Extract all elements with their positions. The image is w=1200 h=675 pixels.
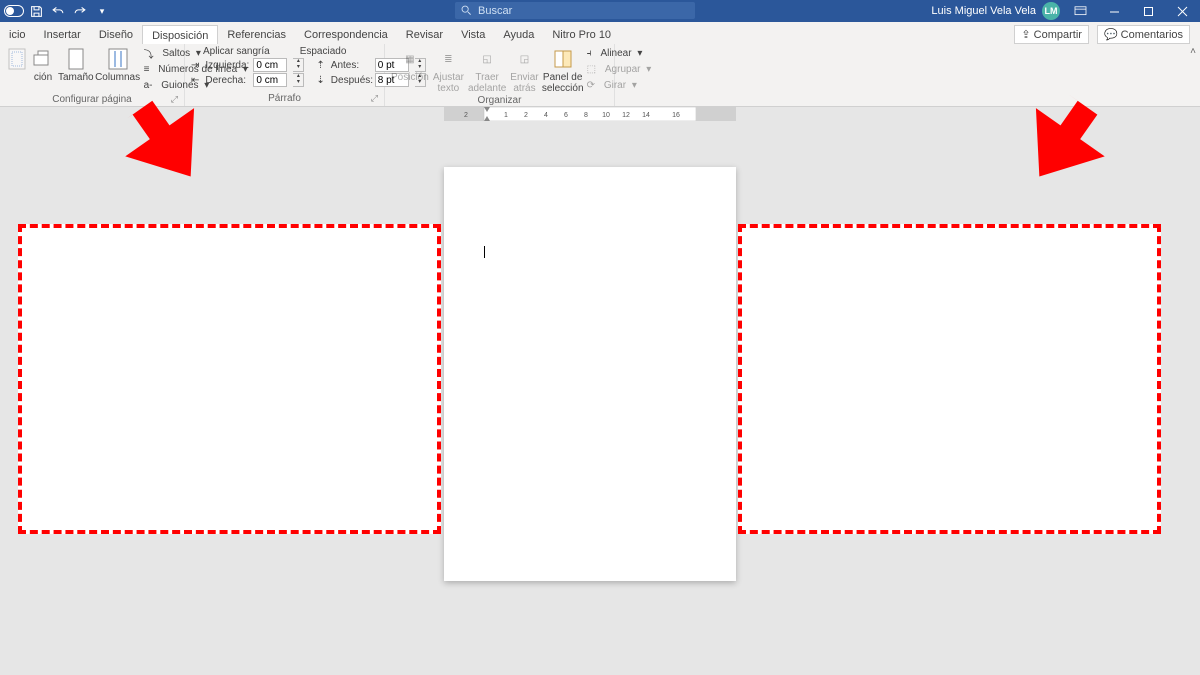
tab-disposicion[interactable]: Disposición [142, 25, 218, 45]
indent-left-icon: ⇥ [191, 60, 199, 71]
ribbon-tabs: icio Insertar Diseño Disposición Referen… [0, 22, 1200, 44]
close-button[interactable] [1168, 0, 1196, 22]
svg-text:16: 16 [672, 112, 680, 119]
tab-correspondencia[interactable]: Correspondencia [295, 25, 397, 44]
position-icon: ▦ [399, 48, 421, 70]
orientation-button[interactable]: ción [32, 46, 54, 83]
group-button[interactable]: ⬚ Agrupar ▾ [587, 62, 652, 77]
indent-left-spinner[interactable]: ▴▾ [293, 58, 304, 72]
quick-access-toolbar: ▾ [0, 2, 112, 20]
tab-vista[interactable]: Vista [452, 25, 494, 44]
size-icon [65, 48, 87, 70]
svg-text:12: 12 [622, 112, 630, 119]
svg-text:1: 1 [504, 112, 508, 119]
collapse-ribbon-icon[interactable]: ˄ [1190, 46, 1196, 57]
wrap-icon: ≣ [437, 48, 459, 70]
indent-right-input[interactable] [253, 73, 287, 87]
rotate-icon: ⟳ [587, 80, 595, 91]
line-numbers-icon: ≡ [144, 64, 150, 75]
arrow-right-icon [1000, 87, 1120, 207]
undo-icon[interactable] [48, 2, 68, 20]
group-icon: ⬚ [587, 64, 596, 75]
share-button[interactable]: ⇪Compartir [1014, 25, 1089, 44]
spacing-header: Espaciado [300, 46, 347, 57]
tab-diseno[interactable]: Diseño [90, 25, 142, 44]
tab-ayuda[interactable]: Ayuda [494, 25, 543, 44]
tab-insertar[interactable]: Insertar [35, 25, 90, 44]
indent-right-spinner[interactable]: ▴▾ [293, 73, 304, 87]
tab-referencias[interactable]: Referencias [218, 25, 295, 44]
margins-icon [6, 48, 28, 70]
send-backward-button[interactable]: ◲Enviar atrás [510, 46, 538, 94]
indent-header: Aplicar sangría [203, 46, 270, 57]
horizontal-ruler[interactable]: 212 468 10121416 [444, 107, 736, 121]
user-area: Luis Miguel Vela Vela LM [931, 0, 1200, 22]
tab-inicio[interactable]: icio [0, 25, 35, 44]
selection-pane-icon [552, 48, 574, 70]
bring-forward-button[interactable]: ◱Traer adelante [468, 46, 506, 94]
text-cursor [484, 246, 485, 258]
title-bar: ▾ Documento1 - Word Buscar Luis Miguel V… [0, 0, 1200, 22]
annotation-box-left [18, 224, 441, 534]
document-page[interactable] [444, 167, 736, 581]
svg-text:8: 8 [584, 112, 588, 119]
align-icon: ⫞ [587, 48, 592, 59]
orientation-icon [32, 48, 54, 70]
backward-icon: ◲ [513, 48, 535, 70]
selection-pane-button[interactable]: Panel de selección [543, 46, 583, 94]
svg-text:4: 4 [544, 112, 548, 119]
comment-icon: 💬 [1104, 28, 1118, 41]
tab-nitro[interactable]: Nitro Pro 10 [543, 25, 620, 44]
before-icon: ⇡ [316, 60, 324, 71]
margins-button[interactable] [6, 46, 28, 70]
svg-text:10: 10 [602, 112, 610, 119]
arrow-left-icon [110, 87, 230, 207]
after-icon: ⇣ [316, 75, 324, 86]
svg-text:14: 14 [642, 112, 650, 119]
svg-text:2: 2 [524, 112, 528, 119]
ribbon-mode-icon[interactable] [1066, 0, 1094, 22]
paragraph-launcher[interactable]: ⤢ [371, 93, 378, 104]
search-icon [461, 5, 472, 16]
rotate-button[interactable]: ⟳ Girar ▾ [587, 78, 652, 93]
save-icon[interactable] [26, 2, 46, 20]
forward-icon: ◱ [476, 48, 498, 70]
breaks-icon: ⤵ [144, 46, 154, 61]
autosave-toggle[interactable] [4, 2, 24, 20]
indent-left-input[interactable] [253, 58, 287, 72]
group-arrange: ▦Posición ≣Ajustar texto ◱Traer adelante… [385, 44, 615, 106]
size-button[interactable]: Tamaño [58, 46, 94, 83]
align-button[interactable]: ⫞ Alinear ▾ [587, 46, 652, 61]
user-avatar[interactable]: LM [1042, 2, 1060, 20]
annotation-box-right [738, 224, 1161, 534]
user-name: Luis Miguel Vela Vela [931, 5, 1036, 17]
comments-button[interactable]: 💬Comentarios [1097, 25, 1190, 44]
indent-right-icon: ⇤ [191, 75, 199, 86]
columns-icon [107, 48, 129, 70]
qat-more-icon[interactable]: ▾ [92, 2, 112, 20]
position-button[interactable]: ▦Posición [391, 46, 429, 83]
tab-revisar[interactable]: Revisar [397, 25, 452, 44]
search-placeholder: Buscar [478, 5, 512, 17]
document-canvas[interactable]: 212 468 10121416 [0, 107, 1200, 675]
minimize-button[interactable] [1100, 0, 1128, 22]
wrap-text-button[interactable]: ≣Ajustar texto [433, 46, 464, 94]
maximize-button[interactable] [1134, 0, 1162, 22]
share-icon: ⇪ [1021, 28, 1030, 41]
columns-button[interactable]: Columnas [98, 46, 138, 83]
svg-text:6: 6 [564, 112, 568, 119]
search-box[interactable]: Buscar [455, 2, 695, 19]
svg-text:2: 2 [464, 112, 468, 119]
redo-icon[interactable] [70, 2, 90, 20]
